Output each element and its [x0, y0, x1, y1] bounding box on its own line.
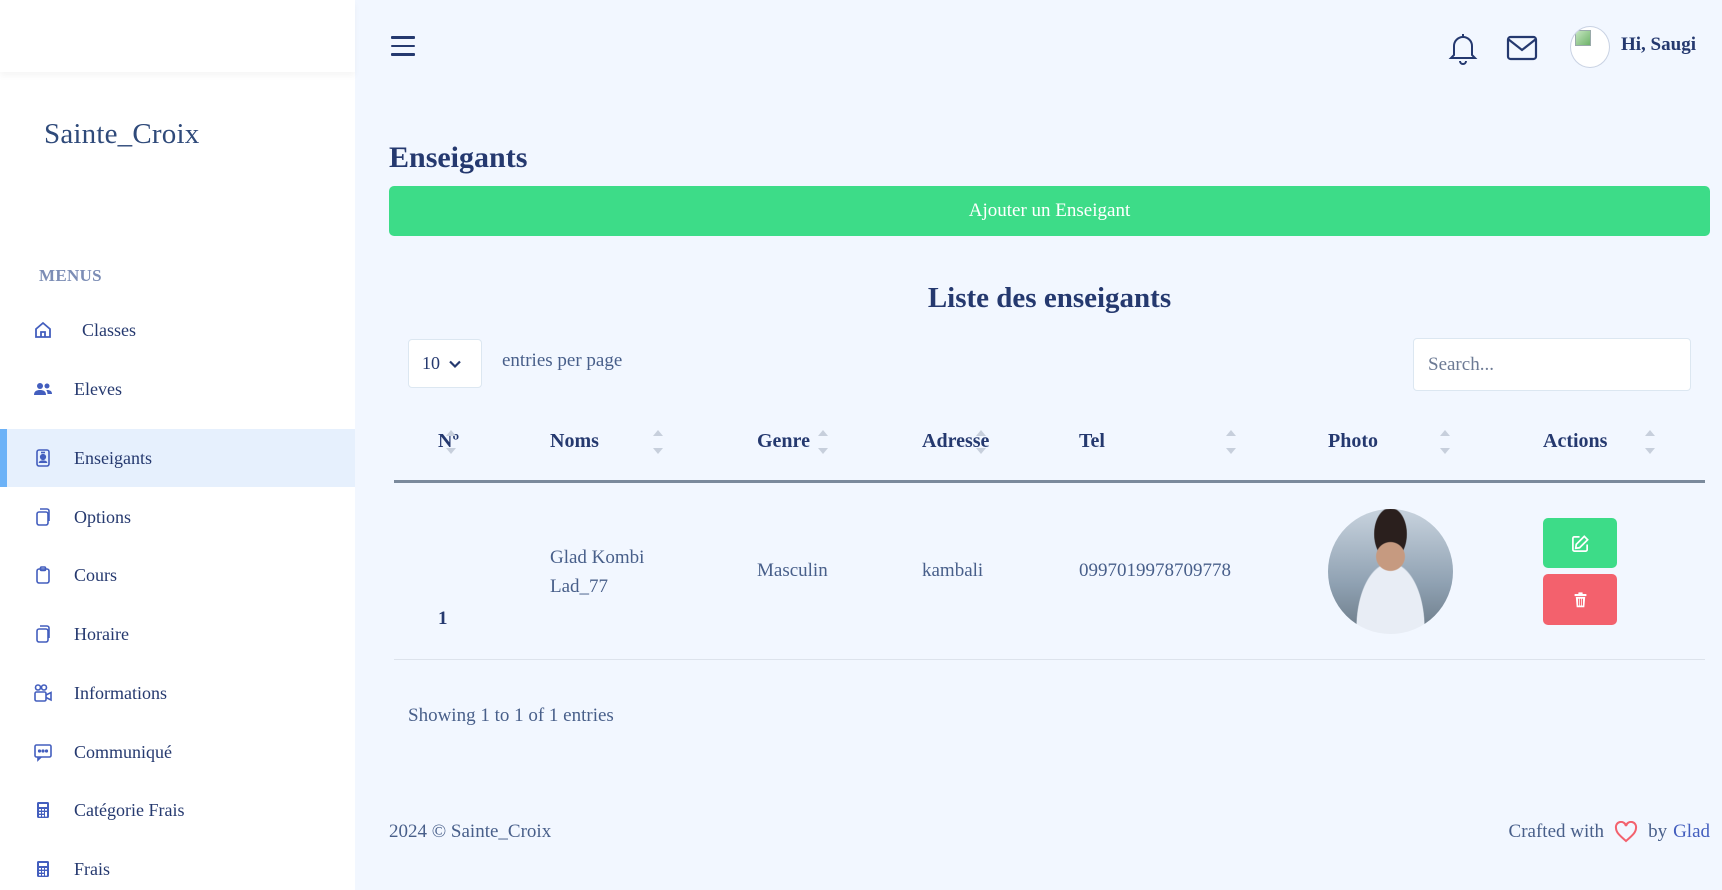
- pagination-info: Showing 1 to 1 of 1 entries: [408, 705, 614, 726]
- collection-icon: [33, 624, 53, 644]
- calculator-icon: [33, 859, 53, 879]
- messages-button[interactable]: [1506, 34, 1538, 62]
- edit-button[interactable]: [1543, 518, 1617, 568]
- sort-icon[interactable]: [652, 430, 664, 460]
- clipboard-icon: [33, 565, 53, 585]
- broken-image-icon: [1575, 30, 1591, 46]
- sidebar-item-label: Horaire: [74, 623, 129, 644]
- collection-icon: [33, 507, 53, 527]
- envelope-icon: [1506, 35, 1538, 61]
- people-icon: [33, 379, 53, 399]
- cell-num: 1: [438, 608, 448, 629]
- sidebar-item-label: Options: [74, 506, 132, 527]
- cell-genre: Masculin: [757, 560, 828, 581]
- sidebar-item-informations[interactable]: Informations: [0, 664, 355, 722]
- column-header-tel[interactable]: Tel: [1079, 430, 1105, 453]
- person-badge-icon: [33, 448, 53, 468]
- page-title: Enseigants: [389, 141, 528, 174]
- pencil-square-icon: [1571, 534, 1589, 552]
- column-header-genre[interactable]: Genre: [757, 430, 810, 453]
- sidebar-item-classes[interactable]: Classes: [0, 301, 355, 359]
- sidebar-top: [0, 0, 355, 72]
- chat-dots-icon: [33, 742, 53, 762]
- by-label: by: [1648, 821, 1668, 842]
- sidebar-item-categorie-frais[interactable]: Catégorie Frais: [0, 781, 355, 839]
- sidebar-item-frais[interactable]: Frais: [0, 840, 355, 890]
- sidebar-item-label: Enseigants: [74, 447, 152, 468]
- column-header-actions[interactable]: Actions: [1543, 430, 1607, 453]
- sidebar-item-label: Cours: [74, 564, 118, 585]
- hamburger-line: [391, 44, 415, 47]
- avatar[interactable]: [1570, 26, 1610, 68]
- sidebar-item-enseigants[interactable]: Enseigants: [0, 429, 355, 487]
- add-enseignant-button[interactable]: Ajouter un Enseigant: [389, 186, 1710, 236]
- crafted-with-label: Crafted with: [1508, 821, 1605, 842]
- sidebar-item-label: Eleves: [74, 378, 122, 399]
- cell-adresse: kambali: [922, 560, 984, 581]
- sidebar-item-options[interactable]: Options: [0, 488, 355, 546]
- column-header-photo[interactable]: Photo: [1328, 430, 1378, 453]
- sort-icon[interactable]: [1644, 430, 1656, 460]
- search-input[interactable]: [1413, 338, 1691, 391]
- bell-icon: [1448, 34, 1478, 65]
- sidebar: Sainte_Croix MENUS Classes Eleves Enseig…: [0, 0, 355, 890]
- camera-video-icon: [33, 683, 53, 703]
- chevron-down-icon: [449, 360, 461, 368]
- sidebar-item-cours[interactable]: Cours: [0, 546, 355, 604]
- sort-icon[interactable]: [445, 430, 457, 460]
- house-icon: [33, 320, 53, 340]
- table-row-divider: [394, 659, 1705, 660]
- calculator-icon: [33, 800, 53, 820]
- teacher-photo: [1328, 509, 1453, 634]
- sidebar-item-label: Communiqué: [74, 741, 172, 762]
- list-title: Liste des enseigants: [927, 282, 1172, 314]
- entries-value: 10: [422, 353, 440, 373]
- column-header-noms[interactable]: Noms: [550, 430, 599, 453]
- menu-toggle-button[interactable]: [391, 36, 417, 58]
- sidebar-item-horaire[interactable]: Horaire: [0, 605, 355, 663]
- sidebar-item-label: Catégorie Frais: [74, 799, 185, 820]
- sort-icon[interactable]: [975, 430, 987, 460]
- trash-icon: [1574, 591, 1586, 607]
- table-header-divider: [394, 480, 1705, 483]
- notifications-button[interactable]: [1448, 31, 1478, 65]
- user-greeting[interactable]: Hi, Saugi: [1621, 34, 1696, 56]
- hamburger-line: [391, 53, 415, 56]
- cell-name: Glad Kombi Lad_77: [550, 547, 645, 597]
- sort-icon[interactable]: [1439, 430, 1451, 460]
- sidebar-item-communique[interactable]: Communiqué: [0, 723, 355, 781]
- sidebar-item-label: Informations: [74, 682, 167, 703]
- footer-copyright: 2024 © Sainte_Croix: [389, 821, 552, 842]
- menu-section-title: MENUS: [39, 266, 102, 285]
- footer-credits: Crafted with by Glad: [1509, 821, 1710, 843]
- entries-per-page-label: entries per page: [502, 350, 623, 371]
- sidebar-item-eleves[interactable]: Eleves: [0, 360, 355, 418]
- author-link[interactable]: Glad: [1673, 821, 1710, 843]
- cell-tel: 0997019978709778: [1079, 560, 1231, 581]
- heart-icon: [1615, 821, 1638, 843]
- sort-icon[interactable]: [1225, 430, 1237, 460]
- sort-icon[interactable]: [817, 430, 829, 460]
- sidebar-item-label: Classes: [82, 319, 136, 340]
- sidebar-item-label: Frais: [74, 858, 110, 879]
- hamburger-line: [391, 36, 415, 39]
- delete-button[interactable]: [1543, 574, 1617, 625]
- entries-per-page-select[interactable]: 10: [408, 339, 482, 388]
- brand-logo[interactable]: Sainte_Croix: [44, 118, 199, 151]
